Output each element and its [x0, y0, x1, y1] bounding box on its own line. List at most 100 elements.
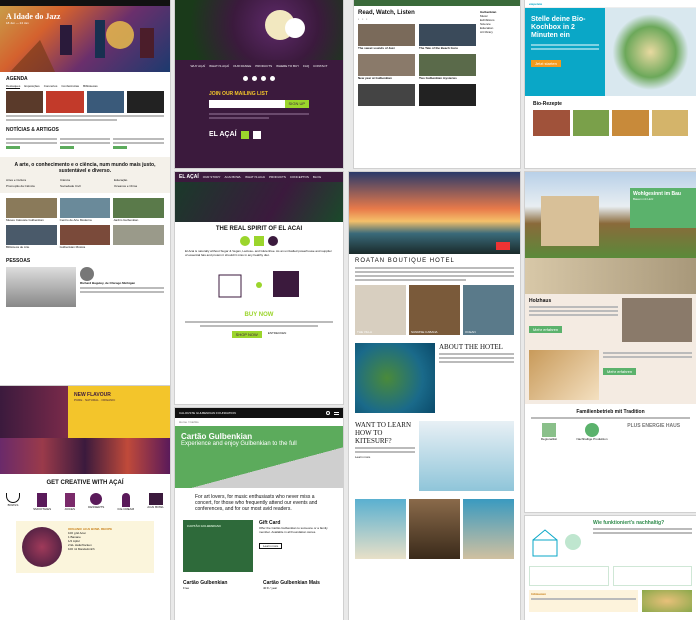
nav-item[interactable]: WHY AÇAÍ: [191, 64, 206, 68]
start-button[interactable]: Jetzt starten: [531, 60, 561, 67]
tab-exposicoes[interactable]: Exposições: [24, 84, 39, 89]
gallery-label: Centro de Arte Moderna: [59, 218, 92, 222]
room-label: SUNRISE CABANA: [411, 330, 438, 334]
gallery-label: Jardim Gulbenkian: [113, 218, 139, 222]
vegan-badge: [252, 131, 261, 139]
nav-item[interactable]: ACAI BOWL: [224, 175, 241, 179]
nav-item[interactable]: WHAT IS AÇAÍ: [209, 64, 229, 68]
nav-item[interactable]: WHERE TO BUY: [276, 64, 299, 68]
twitter-icon[interactable]: [243, 76, 248, 81]
plus-energy-logo: PLUS ENERGIE HAUS: [627, 423, 681, 429]
stairs-button[interactable]: Mehr erfahren: [603, 368, 637, 375]
link-artes[interactable]: Artes e Cultura: [6, 178, 56, 182]
nav-item[interactable]: CONCEPTOS: [290, 175, 309, 179]
nav-item[interactable]: PRODUCTS: [255, 64, 272, 68]
tab-conferencias[interactable]: Conferências: [61, 84, 79, 89]
usage-icons: BOWLS SMOOTHIES JUICES DESSERTS ICE CREA…: [6, 493, 164, 511]
more-button[interactable]: Mehr erfahren: [529, 326, 563, 333]
gallery-image[interactable]: [6, 225, 57, 245]
nav-item[interactable]: OUR STORY: [203, 175, 221, 179]
screenshot-roatan-hotel: ROATAN BOUTIQUE HOTEL THE VILLA SUNRISE …: [349, 172, 520, 620]
article-card[interactable]: [419, 84, 476, 106]
link-sociedade[interactable]: Sociedade Civil: [60, 184, 110, 188]
article-card[interactable]: The Tale of the Beach Guru: [419, 24, 476, 50]
learn-link[interactable]: ENTDECKEN: [268, 331, 287, 338]
icon-label: ACAI BOWL: [147, 505, 164, 509]
banner-sub: PURE · NATURAL · ORGANIC: [74, 398, 116, 402]
brand-logo[interactable]: etepetete: [529, 2, 542, 6]
card-title: New year at Gulbenkian: [358, 76, 392, 80]
tab-destaques[interactable]: Destaques: [6, 84, 21, 89]
article-card[interactable]: The sweet sounds of Jazz: [358, 24, 415, 50]
facebook-icon[interactable]: [252, 76, 257, 81]
nav-item[interactable]: WHAT IS ACAI: [245, 175, 265, 179]
gallery-image[interactable]: [59, 225, 111, 245]
room-card[interactable]: SUNRISE CABANA: [409, 285, 460, 335]
gift-card-image: CARTÃO GULBENKIAN: [183, 520, 253, 572]
gallery-image[interactable]: [59, 198, 111, 218]
organic-icon: [254, 236, 264, 246]
food-photo: [642, 590, 692, 612]
learn-more-link[interactable]: Learn more: [355, 455, 415, 459]
article-card[interactable]: New year at Gulbenkian: [358, 54, 415, 80]
link-oceanos[interactable]: Oceanos e Clima: [114, 184, 164, 188]
tab-bibliotecas[interactable]: Bibliotecas: [83, 84, 98, 89]
shop-now-button[interactable]: SHOP NOW: [231, 331, 262, 338]
screenshot-acai-home: EL AÇAÍ OUR STORY ACAI BOWL WHAT IS ACAI…: [175, 172, 343, 404]
room-card[interactable]: THE VILLA: [355, 285, 406, 335]
person-photo[interactable]: [6, 267, 76, 307]
interior-photo: [525, 258, 696, 294]
link-promocao[interactable]: Promoção da Ciência: [6, 184, 56, 188]
recipe-card[interactable]: [533, 110, 570, 136]
link-educacao[interactable]: Educação: [114, 178, 164, 182]
page-title: Cartão Gulbenkian: [181, 432, 253, 441]
gallery-label: Museu Calouste Gulbenkian: [6, 218, 44, 222]
room-label: OCEAN: [465, 330, 476, 334]
dish-photo: [605, 8, 696, 96]
acai-logo[interactable]: EL AÇAÍ: [179, 174, 199, 180]
icon-label: JUICES: [64, 507, 75, 511]
headline: THE REAL SPIRIT OF EL ACAI: [215, 226, 303, 232]
event-card[interactable]: [86, 91, 124, 113]
signup-button[interactable]: SIGN UP: [284, 100, 309, 108]
recipe-card[interactable]: [572, 110, 609, 136]
card-title: Two Gulbenkian mysteries: [419, 76, 457, 80]
search-icon[interactable]: [326, 411, 330, 415]
jazz-illustration: [10, 20, 154, 72]
nav-item[interactable]: CONTACT: [313, 64, 327, 68]
nav-item[interactable]: OUR RANGE: [233, 64, 251, 68]
aerial-photo: [355, 343, 435, 413]
tradition-heading: Familienbetrieb mit Tradition: [576, 409, 645, 415]
article-card[interactable]: Two Gulbenkian mysteries: [419, 54, 476, 80]
screenshot-holzhaus: Wohlgesinnt im Bau Bauen mit Holz Holzha…: [525, 172, 696, 512]
foundation-logo[interactable]: CALOUSTE GULBENKIAN FOUNDATION: [179, 411, 236, 415]
instagram-icon[interactable]: [270, 76, 275, 81]
gallery-image[interactable]: [113, 225, 164, 245]
event-card[interactable]: [126, 91, 164, 113]
nav-item[interactable]: PRODUCTS: [269, 175, 286, 179]
menu-icon[interactable]: [334, 411, 339, 415]
email-field[interactable]: [209, 100, 285, 108]
link-ciencia[interactable]: Ciência: [60, 178, 110, 182]
gift-card-button[interactable]: Learn more: [259, 543, 283, 549]
card-option-price: 40 € / year: [263, 586, 278, 590]
room-card[interactable]: OCEAN: [463, 285, 514, 335]
tab-concertos[interactable]: Concertos: [44, 84, 58, 89]
event-cards: [6, 91, 164, 113]
nav-item[interactable]: FAQ: [303, 64, 309, 68]
recipe-card[interactable]: [612, 110, 649, 136]
hero-image[interactable]: A Idade do Jazz 18 Jun — 24 Jan: [0, 0, 170, 72]
page-title: Read, Watch, Listen: [358, 10, 415, 16]
event-card[interactable]: [46, 91, 84, 113]
recipe-card[interactable]: [651, 110, 688, 136]
gallery-image[interactable]: [6, 198, 57, 218]
article-card[interactable]: [358, 84, 415, 106]
bowl-photo: [22, 527, 62, 567]
event-card[interactable]: [6, 91, 44, 113]
hero-title: A Idade do Jazz: [6, 12, 61, 21]
nav-item[interactable]: BLOG: [313, 175, 321, 179]
sidebar-item[interactable]: Art library: [480, 30, 516, 34]
creative-heading: GET CREATIVE WITH AÇAÍ: [46, 480, 124, 486]
google-icon[interactable]: [261, 76, 266, 81]
gallery-image[interactable]: [113, 198, 164, 218]
